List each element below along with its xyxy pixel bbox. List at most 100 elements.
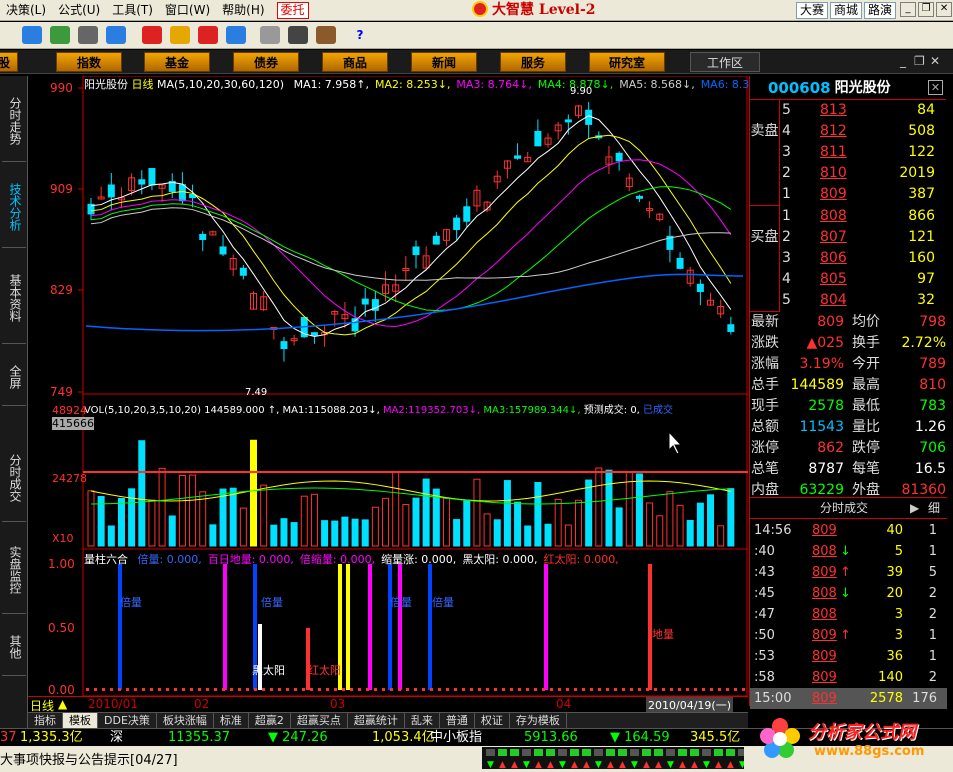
nav-tab-commodity[interactable]: 商品 <box>322 52 388 72</box>
candle-body <box>412 246 420 256</box>
tick-row[interactable]: :58 809 140 2 <box>750 667 947 688</box>
bid-row[interactable]: 5 804 32 <box>780 290 947 311</box>
nav-tab-research[interactable]: 研究室 <box>589 52 665 72</box>
indicator-tab[interactable]: 超赢买点 <box>291 713 348 728</box>
quote-panel: 000608 阳光股份 ✕ 卖盘 买盘 5 813 84 4 812 508 3 811 122… <box>749 76 947 709</box>
nav-tab-news[interactable]: 新闻 <box>411 52 477 72</box>
side-tab-technical[interactable]: 技术分析 <box>2 164 26 248</box>
entrust-button[interactable]: 委托 <box>276 1 309 19</box>
tick-row[interactable]: :50 809 ↑ 3 1 <box>750 625 947 646</box>
nav-tab-stock[interactable]: 股 <box>0 52 18 72</box>
indicator-tab[interactable]: 标准 <box>214 713 249 728</box>
ask-row[interactable]: 1 809 387 <box>780 184 947 205</box>
menu-help[interactable]: 帮助(H) <box>216 0 270 21</box>
nav-tab-service[interactable]: 服务 <box>500 52 566 72</box>
tick-row[interactable]: 14:56 809 40 1 <box>750 520 947 541</box>
menu-decision[interactable]: 决策(L) <box>0 0 52 21</box>
indicator-tab[interactable]: 指标 <box>28 713 63 728</box>
panel-minimize-icon[interactable]: _ <box>900 54 906 68</box>
tick-row[interactable]: :53 809 36 1 <box>750 646 947 667</box>
mini-block <box>630 749 639 756</box>
indicator-tab[interactable]: 板块涨幅 <box>157 713 214 728</box>
baseline-dot <box>198 688 201 691</box>
indicator-tab[interactable]: 乱来 <box>405 713 440 728</box>
menu-tools[interactable]: 工具(T) <box>106 0 159 21</box>
ask-row[interactable]: 5 813 84 <box>780 100 947 121</box>
volume-bar <box>524 525 532 547</box>
volume-bar <box>422 478 430 547</box>
ask-row[interactable]: 4 812 508 <box>780 121 947 142</box>
menu-formula[interactable]: 公式(U) <box>52 0 106 21</box>
help-icon[interactable]: ? <box>350 26 370 44</box>
side-tab-other[interactable]: 其他 <box>2 616 26 676</box>
indicator-tab[interactable]: 超赢2 <box>249 713 291 728</box>
tick-price: 808 <box>812 607 837 622</box>
indicator-tab[interactable]: 普通 <box>440 713 475 728</box>
tick-row[interactable]: :43 809 ↑ 39 5 <box>750 562 947 583</box>
workspace-label[interactable]: 工作区 <box>690 52 760 72</box>
mouse-cursor-icon <box>668 430 683 455</box>
indicator-tab[interactable]: 存为模板 <box>510 713 567 728</box>
tick-row[interactable]: :47 808 3 2 <box>750 604 947 625</box>
stat-key: 量比 <box>852 419 880 435</box>
ask-row[interactable]: 3 811 122 <box>780 142 947 163</box>
diamond-icon[interactable] <box>170 26 190 44</box>
indicator-tab[interactable]: 模板 <box>63 713 98 728</box>
nav-tab-fund[interactable]: 基金 <box>144 52 210 72</box>
bid-row[interactable]: 2 807 121 <box>780 227 947 248</box>
status-text[interactable]: 大事项快报与公告提示[04/27] <box>0 749 178 768</box>
ask-row[interactable]: 2 810 2019 <box>780 163 947 184</box>
mini-block <box>558 749 567 756</box>
bid-row[interactable]: 4 805 97 <box>780 269 947 290</box>
nav-tab-bond[interactable]: 债券 <box>233 52 299 72</box>
minimize-icon[interactable]: _ <box>900 2 917 17</box>
ticks-detail-button[interactable]: 细 <box>928 498 940 518</box>
globe-icon[interactable] <box>226 26 246 44</box>
link-mall[interactable]: 商城 <box>830 2 863 19</box>
panel-restore-icon[interactable]: ❐ <box>914 54 925 68</box>
restore-icon[interactable]: ❐ <box>918 2 935 17</box>
side-tab-monitor[interactable]: 实盘监控 <box>2 524 26 614</box>
quote-close-icon[interactable]: ✕ <box>928 80 943 95</box>
tool-icon[interactable] <box>142 26 162 44</box>
close-icon[interactable]: ✕ <box>936 2 953 17</box>
chart-frame <box>82 76 748 696</box>
bell-icon[interactable] <box>106 26 126 44</box>
ticks-next-icon[interactable]: ▶ <box>910 498 919 518</box>
baseline-dot <box>294 688 297 691</box>
bid-row[interactable]: 3 806 160 <box>780 248 947 269</box>
tick-count: 1 <box>928 628 937 643</box>
window-icon[interactable] <box>288 26 308 44</box>
ie-icon[interactable] <box>198 26 218 44</box>
print-icon[interactable] <box>260 26 280 44</box>
link-roadshow[interactable]: 路演 <box>864 2 897 19</box>
tick-row[interactable]: :40 808 ↓ 5 1 <box>750 541 947 562</box>
panel-close-icon[interactable]: ✕ <box>930 54 940 68</box>
brand-name: 大智慧 Level-2 <box>492 2 596 18</box>
bid-row[interactable]: 1 808 866 <box>780 206 947 227</box>
stat-row: 总笔 8787 每笔 16.5 <box>750 459 947 480</box>
bid-level: 1 <box>782 208 791 224</box>
binoculars-icon[interactable] <box>78 26 98 44</box>
menu-window[interactable]: 窗口(W) <box>159 0 216 21</box>
indicator-tab[interactable]: DDE决策 <box>98 713 157 728</box>
side-tab-fullscreen[interactable]: 全屏 <box>2 346 26 406</box>
books-icon[interactable] <box>316 26 336 44</box>
side-tab-fundamentals[interactable]: 基本资料 <box>2 250 26 344</box>
link-contest[interactable]: 大赛 <box>796 2 829 19</box>
baseline-dot <box>494 688 497 691</box>
nav-tab-index[interactable]: 指数 <box>56 52 122 72</box>
indicator-tab[interactable]: 超赢统计 <box>348 713 405 728</box>
mini-block <box>606 749 615 756</box>
tick-row[interactable]: 15:00 809 2578 176 <box>750 688 947 709</box>
volume-bar <box>87 490 95 547</box>
grid-icon[interactable] <box>50 26 70 44</box>
side-tab-ticks[interactable]: 分时成交 <box>2 432 26 522</box>
side-tab-intraday[interactable]: 分时走势 <box>2 78 26 162</box>
indicator-tab[interactable]: 权证 <box>475 713 510 728</box>
period-up-icon[interactable]: ▲ <box>58 697 67 711</box>
chart-area[interactable]: 阳光股份 日线 MA(5,10,20,30,60,120) MA1: 7.958… <box>28 76 776 713</box>
tick-row[interactable]: :45 808 ↓ 20 2 <box>750 583 947 604</box>
quote-icon[interactable] <box>22 26 42 44</box>
mini-up-icon: ▲ <box>547 760 554 769</box>
